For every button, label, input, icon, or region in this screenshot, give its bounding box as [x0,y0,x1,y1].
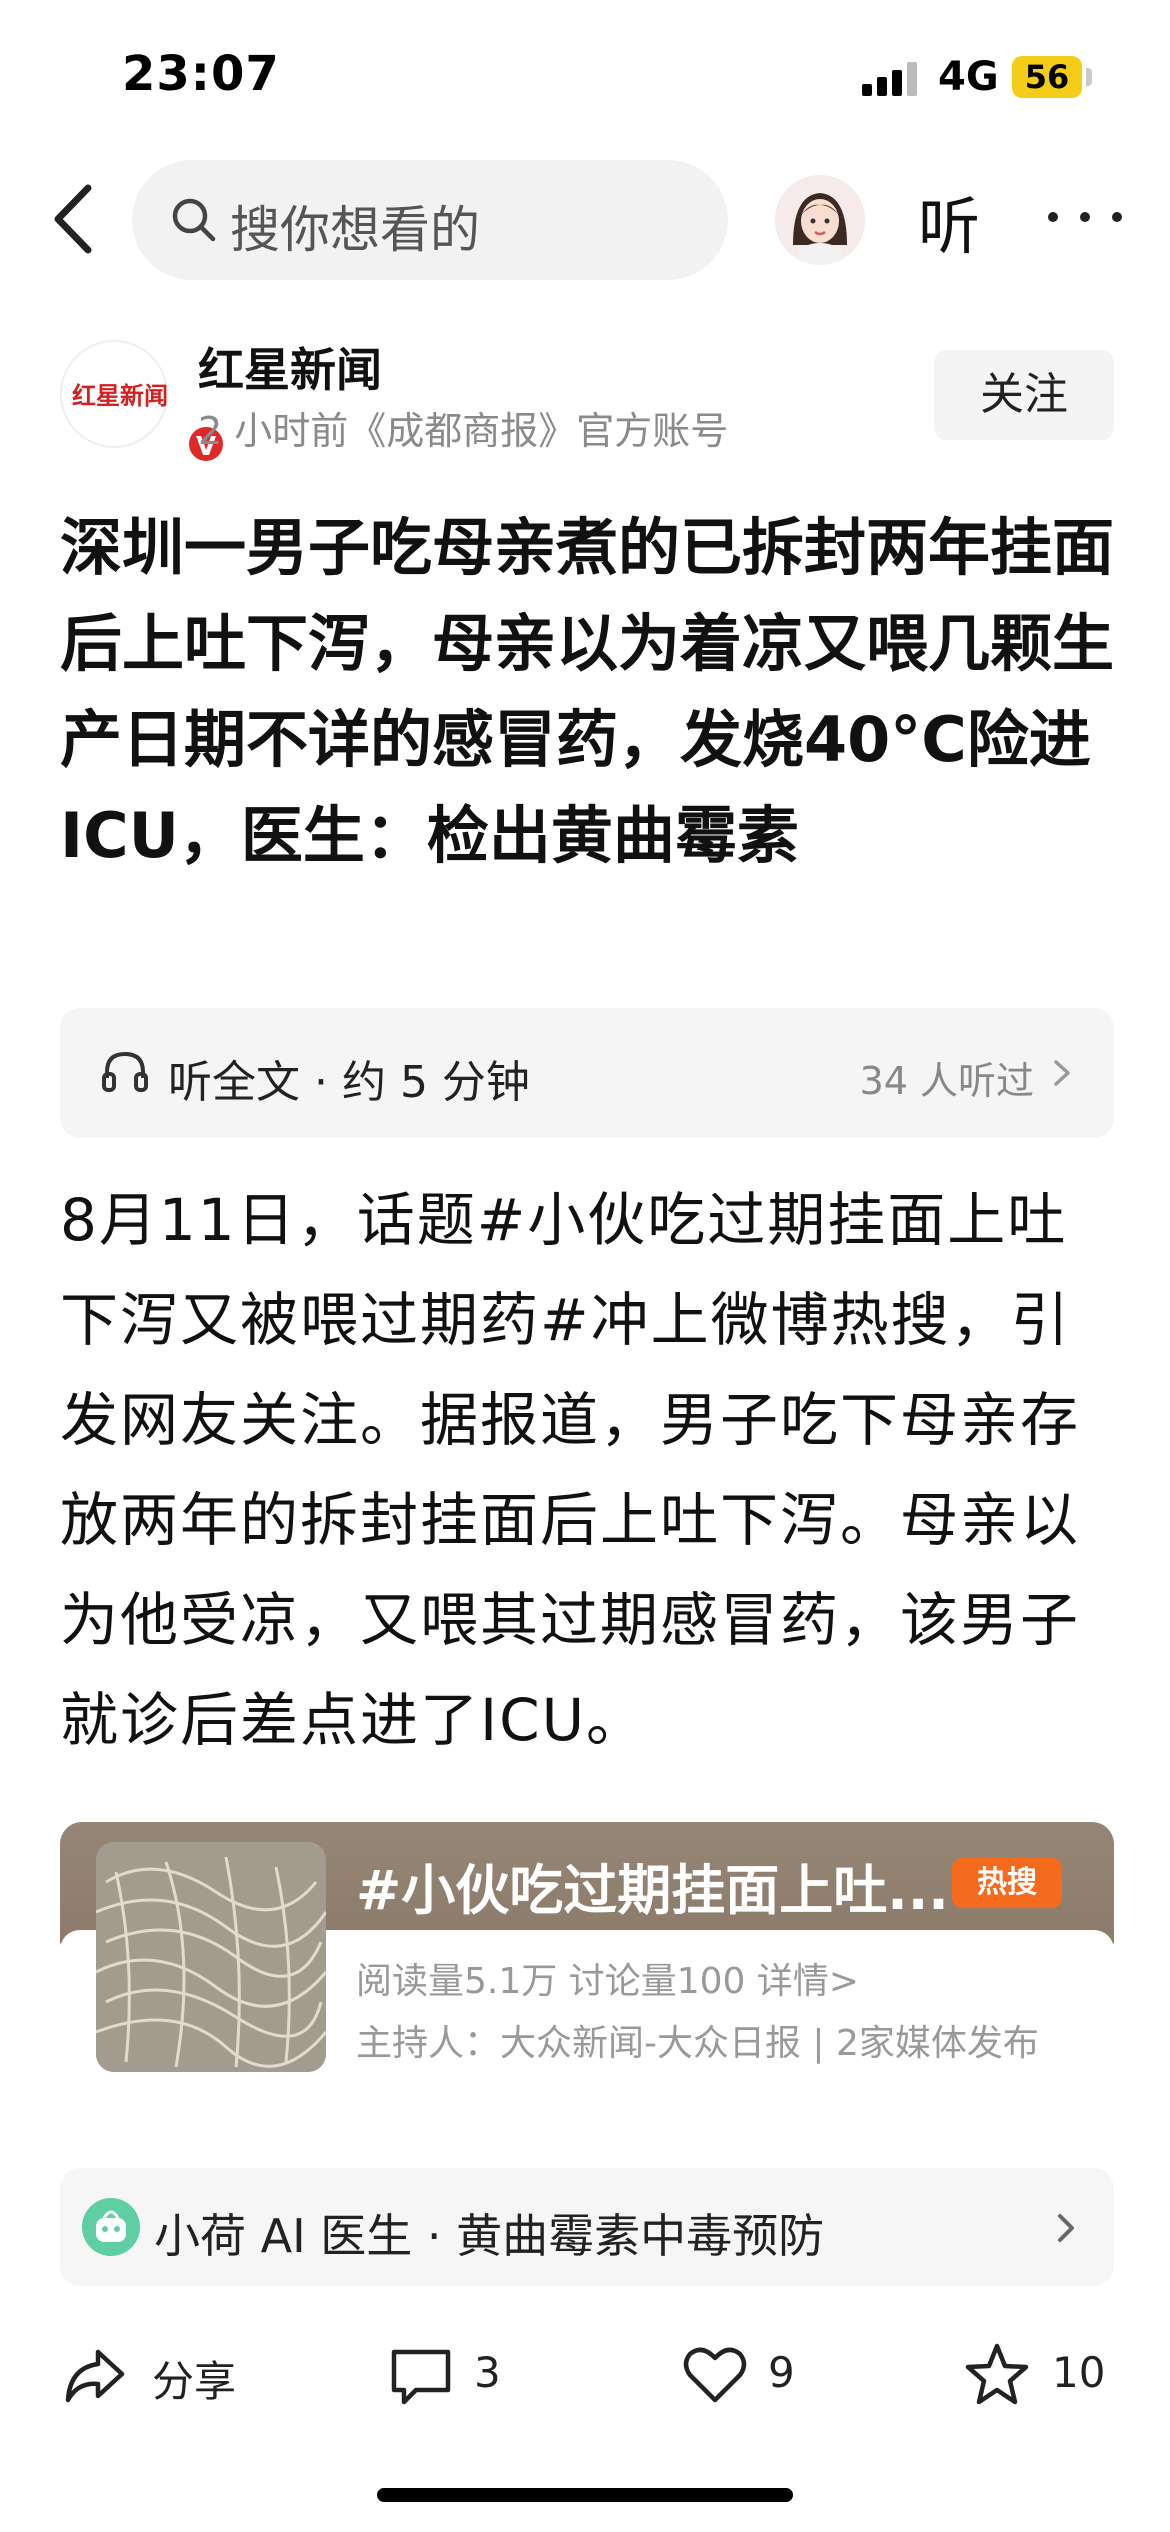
battery-icon: 56 [1012,56,1082,98]
author-logo[interactable]: 红星新闻 V [60,340,226,464]
search-input[interactable]: 搜你想看的 [132,160,728,280]
status-time: 23:07 [122,46,280,102]
nav-bar: 搜你想看的 听 [0,150,1170,290]
comment-icon [391,2349,451,2405]
comment-count: 3 [474,2348,501,2397]
hot-search-badge: 热搜 [952,1858,1062,1908]
listen-full-article-bar[interactable]: 听全文 · 约 5 分钟 34 人听过 [60,1008,1114,1138]
headphone-icon [102,1051,148,1092]
comment-button[interactable]: 3 [386,2340,536,2410]
battery-tip [1086,68,1092,86]
network-type: 4G [938,54,999,100]
share-button[interactable]: 分享 [60,2340,260,2410]
article-title: 深圳一男子吃母亲煮的已拆封两年挂面后上吐下泻，母亲以为着凉又喂几颗生产日期不详的… [60,511,1115,872]
topic-host: 主持人：大众新闻-大众日报 | 2家媒体发布 [356,2023,1039,2064]
search-placeholder: 搜你想看的 [230,201,480,259]
share-icon [65,2349,125,2403]
avatar[interactable] [775,175,865,265]
search-icon [172,198,216,242]
follow-button[interactable]: 关注 [934,350,1114,440]
chevron-right-icon [1058,2214,1074,2242]
favorite-count: 10 [1052,2348,1106,2397]
listen-label: 听全文 · 约 5 分钟 [168,1057,530,1108]
heart-icon [683,2347,747,2403]
author-logo-text: 红星新闻 [72,381,168,410]
listen-count: 34 人听过 [859,1059,1034,1103]
ai-doctor-bar[interactable]: 小荷 AI 医生 · 黄曲霉素中毒预防 [60,2168,1114,2286]
article-body: 8月11日，话题#小伙吃过期挂面上吐下泻又被喂过期药#冲上微博热搜，引发网友关注… [60,1186,1081,1754]
like-count: 9 [768,2348,795,2397]
topic-stats: 阅读量5.1万 讨论量100 详情> [356,1961,860,2002]
author-name[interactable]: 红星新闻 [198,334,382,400]
noodles-image-icon [96,1842,326,2072]
home-indicator [377,2488,793,2502]
author-row: 红星新闻 V 红星新闻 2 小时前《成都商报》官方账号 关注 [0,330,1170,470]
ai-doctor-icon [82,2198,140,2256]
chevron-right-icon [1054,1060,1070,1086]
topic-card[interactable]: #小伙吃过期挂面上吐... 热搜 阅读量5.1万 讨论量100 详情> 主持人：… [60,1822,1114,2092]
status-bar: 23:07 4G 56 [0,0,1170,150]
chevron-left-icon [54,184,92,254]
author-meta: 2 小时前《成都商报》官方账号 [198,409,729,453]
more-options-button[interactable] [1040,184,1130,244]
hot-badge-label: 热搜 [977,1865,1037,1900]
favorite-button[interactable]: 10 [962,2340,1122,2410]
action-bar: 分享 3 9 10 [0,2310,1170,2430]
back-button[interactable] [44,174,114,264]
signal-icon [862,62,918,96]
share-label: 分享 [152,2357,237,2406]
noodles-thumbnail [96,1842,326,2072]
ai-doctor-label: 小荷 AI 医生 · 黄曲霉素中毒预防 [154,2209,825,2263]
topic-title: #小伙吃过期挂面上吐... [356,1859,949,1922]
star-icon [965,2343,1029,2405]
like-button[interactable]: 9 [680,2340,830,2410]
user-avatar-icon [775,175,865,265]
listen-button[interactable]: 听 [918,176,980,266]
